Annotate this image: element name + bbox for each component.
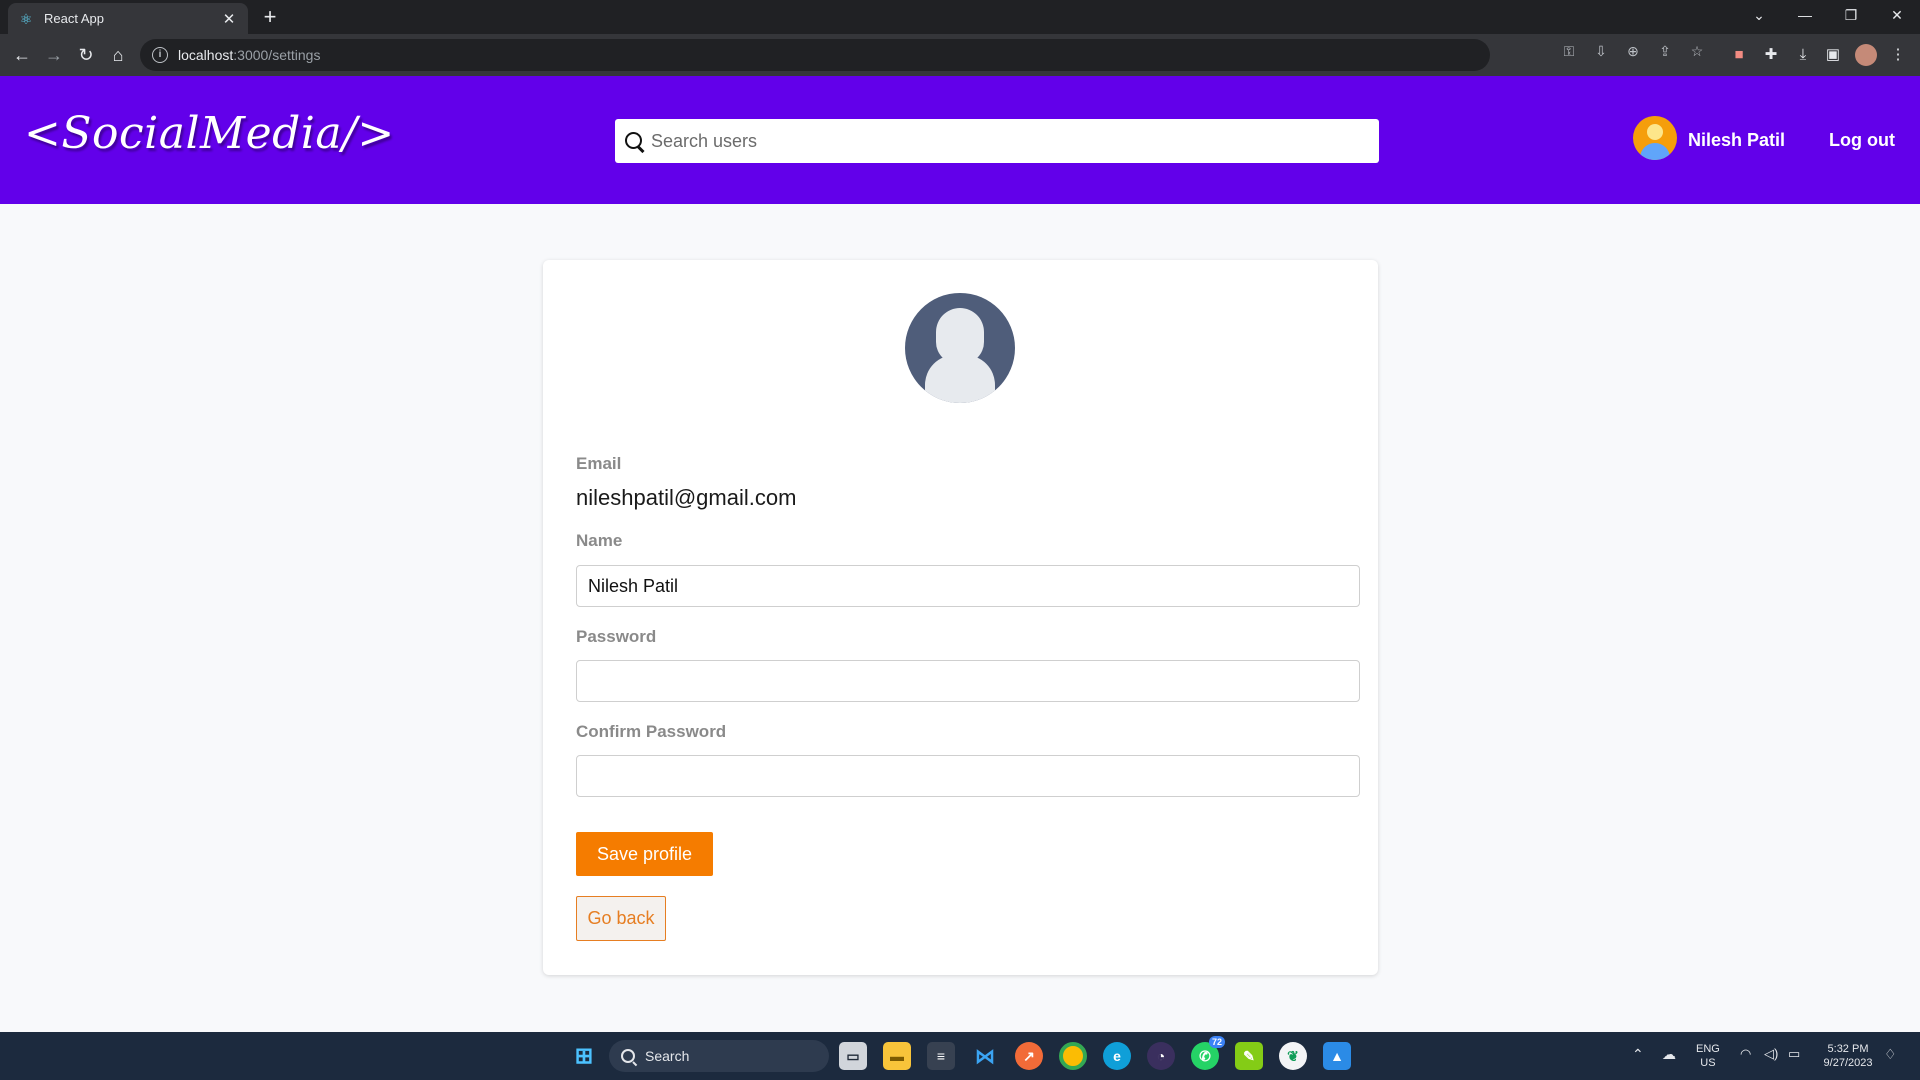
mongodb-icon[interactable]: ❦ <box>1279 1042 1307 1070</box>
tab-search-icon[interactable]: ⌄ <box>1736 0 1782 30</box>
browser-profile-avatar[interactable] <box>1855 44 1877 66</box>
notification-bell-icon[interactable]: ♢ <box>1884 1046 1897 1063</box>
name-label: Name <box>576 531 623 550</box>
clock[interactable]: 5:32 PM 9/27/2023 <box>1818 1042 1878 1070</box>
address-bar[interactable]: i localhost:3000/settings <box>140 39 1490 71</box>
password-label: Password <box>576 627 657 646</box>
window-close-button[interactable]: ✕ <box>1874 0 1920 30</box>
file-explorer-icon[interactable]: ▬ <box>883 1042 911 1070</box>
photos-icon[interactable]: ▲ <box>1323 1042 1351 1070</box>
app-logo[interactable]: <SocialMedia/> <box>24 108 395 159</box>
taskbar-search-icon <box>621 1049 635 1063</box>
close-tab-icon[interactable]: ✕ <box>220 10 238 28</box>
onedrive-icon[interactable]: ☁ <box>1662 1046 1676 1063</box>
browser-tabstrip: ⚛ React App ✕ + ⌄ — ❐ ✕ <box>0 0 1920 34</box>
profile-picture[interactable] <box>905 293 1015 403</box>
url-text: localhost:3000/settings <box>178 47 321 63</box>
chrome-icon[interactable] <box>1059 1042 1087 1070</box>
password-field[interactable] <box>576 660 1360 702</box>
site-info-icon[interactable]: i <box>152 47 168 63</box>
share-icon[interactable]: ⇪ <box>1656 42 1674 60</box>
notepad-icon[interactable]: ✎ <box>1235 1042 1263 1070</box>
language-indicator[interactable]: ENG US <box>1696 1042 1720 1070</box>
user-avatar[interactable] <box>1633 116 1677 160</box>
side-panel-icon[interactable]: ▣ <box>1822 43 1844 65</box>
user-search-box[interactable] <box>615 119 1379 163</box>
save-profile-button[interactable]: Save profile <box>576 832 713 876</box>
browser-tab[interactable]: ⚛ React App ✕ <box>8 3 248 34</box>
extensions-puzzle-icon[interactable]: ✚ <box>1760 43 1782 65</box>
extension-badge-icon[interactable]: ■ <box>1728 43 1750 65</box>
windows-start-icon[interactable]: ⊞ <box>570 1042 598 1070</box>
taskbar-search[interactable]: Search <box>609 1040 829 1072</box>
search-icon <box>623 130 645 152</box>
header-username[interactable]: Nilesh Patil <box>1688 130 1785 151</box>
react-icon: ⚛ <box>19 10 33 27</box>
forward-arrow-icon[interactable]: → <box>42 43 66 67</box>
email-label: Email <box>576 454 622 473</box>
back-arrow-icon[interactable]: ← <box>10 43 34 67</box>
browser-toolbar: ← → ↻ ⌂ i localhost:3000/settings ⚿ ⇩ ⊕ … <box>0 34 1920 76</box>
name-field[interactable] <box>576 565 1360 607</box>
minimize-button[interactable]: — <box>1782 0 1828 30</box>
postman-icon[interactable]: ↗ <box>1015 1042 1043 1070</box>
restore-button[interactable]: ❐ <box>1828 0 1874 30</box>
wifi-icon[interactable]: ◠ <box>1740 1046 1751 1062</box>
browser-menu-icon[interactable]: ⋮ <box>1887 43 1909 65</box>
windows-taskbar: ⊞ Search ▭ ▬ ≡ ⋈ ↗ e ◔ ✆ 72 ✎ ❦ ▲ ⌃ ☁ ENG… <box>0 1032 1920 1080</box>
task-view-icon[interactable]: ▭ <box>839 1042 867 1070</box>
search-input[interactable] <box>651 130 1351 152</box>
new-tab-button[interactable]: + <box>258 4 282 30</box>
confirm-password-label: Confirm Password <box>576 722 727 741</box>
logout-button[interactable]: Log out <box>1829 130 1895 151</box>
key-icon[interactable]: ⚿ <box>1560 42 1578 60</box>
go-back-button[interactable]: Go back <box>576 896 666 941</box>
volume-icon[interactable]: ◁) <box>1764 1046 1778 1062</box>
confirm-password-field[interactable] <box>576 755 1360 797</box>
whatsapp-icon[interactable]: ✆ 72 <box>1191 1036 1225 1070</box>
tray-overflow-icon[interactable]: ⌃ <box>1632 1046 1644 1063</box>
taskbar-search-label: Search <box>645 1048 690 1064</box>
settings-card: Email nileshpatil@gmail.com Name Passwor… <box>543 260 1378 975</box>
whatsapp-badge: 72 <box>1208 1036 1225 1048</box>
reload-icon[interactable]: ↻ <box>74 43 98 67</box>
vscode-icon[interactable]: ⋈ <box>971 1042 999 1070</box>
zoom-icon[interactable]: ⊕ <box>1624 42 1642 60</box>
edge-icon[interactable]: e <box>1103 1042 1131 1070</box>
home-icon[interactable]: ⌂ <box>106 43 130 67</box>
bookmark-star-icon[interactable]: ☆ <box>1688 42 1706 60</box>
battery-icon[interactable]: ▭ <box>1788 1046 1800 1062</box>
tab-title: React App <box>44 11 104 26</box>
github-desktop-icon[interactable]: ◔ <box>1147 1042 1175 1070</box>
terminal-icon[interactable]: ≡ <box>927 1042 955 1070</box>
email-value: nileshpatil@gmail.com <box>576 485 797 510</box>
install-app-icon[interactable]: ⇩ <box>1592 42 1610 60</box>
downloads-icon[interactable]: ⤓ <box>1792 43 1814 65</box>
